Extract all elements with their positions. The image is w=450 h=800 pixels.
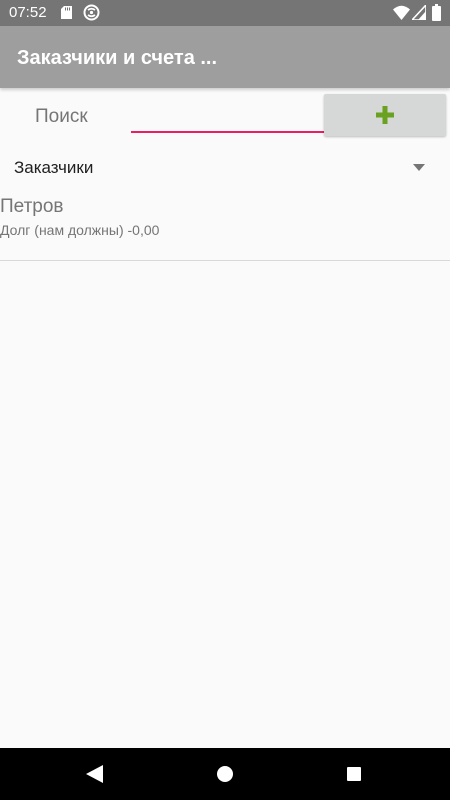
recents-icon[interactable]	[347, 767, 361, 781]
signal-icon	[412, 5, 426, 20]
list-item[interactable]: Петров Долг (нам должны) -0,00	[0, 193, 450, 261]
customer-debt: Долг (нам должны) -0,00	[0, 222, 160, 238]
sd-card-icon	[61, 6, 72, 19]
dropdown-arrow-icon	[413, 164, 425, 171]
battery-icon	[432, 4, 441, 21]
search-label: Поиск	[35, 106, 88, 127]
status-time: 07:52	[9, 4, 47, 21]
navigation-bar	[0, 748, 450, 800]
wifi-icon	[393, 5, 410, 20]
customer-name: Петров	[0, 196, 64, 217]
app-bar: Заказчики и счета ...	[0, 26, 450, 88]
home-icon[interactable]	[217, 766, 233, 782]
search-input[interactable]	[131, 101, 324, 133]
app-title: Заказчики и счета ...	[17, 47, 218, 69]
status-bar: 07:52	[0, 0, 450, 26]
category-dropdown[interactable]: Заказчики	[0, 150, 450, 186]
plus-icon	[376, 106, 394, 124]
dropdown-selected-value: Заказчики	[14, 158, 94, 177]
add-button[interactable]	[324, 94, 446, 136]
back-icon[interactable]	[86, 765, 103, 783]
sync-icon	[83, 4, 100, 21]
